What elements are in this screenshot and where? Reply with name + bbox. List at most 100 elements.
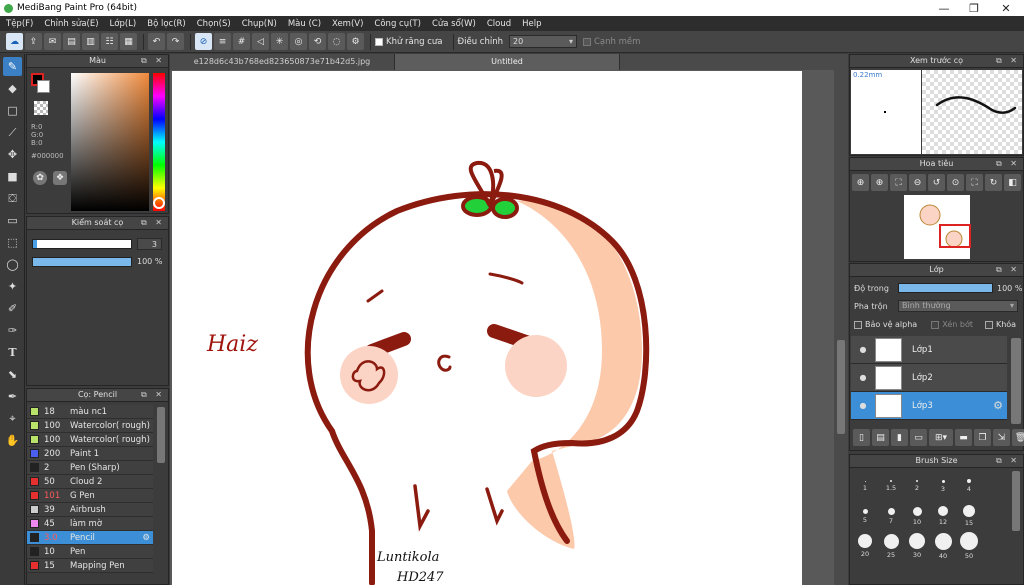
rotate-left-icon[interactable]: ↺ <box>928 174 945 191</box>
comment-icon[interactable]: ✉ <box>44 33 61 50</box>
brush-size-option[interactable]: 10 <box>904 501 930 531</box>
brush-size-option[interactable]: 4 <box>956 471 982 501</box>
fullscreen-icon[interactable]: ⛶ <box>966 174 983 191</box>
flip-icon[interactable]: ◧ <box>1004 174 1021 191</box>
perspective-snap-icon[interactable]: ◁ <box>252 33 269 50</box>
blend-mode-select[interactable]: Bình thường ▾ <box>898 300 1018 312</box>
adjust-select[interactable]: 20 <box>508 35 577 48</box>
menu-cloud[interactable]: Cloud <box>487 19 511 29</box>
brush-item[interactable]: 50 Cloud 2 <box>27 475 153 489</box>
panel-controls-icon[interactable]: ⧉ ✕ <box>141 389 165 401</box>
zoom-in-2-icon[interactable]: ⊕ <box>871 174 888 191</box>
snap-settings-icon[interactable]: ⚙ <box>347 33 364 50</box>
brush-item[interactable]: 45 làm mờ <box>27 517 153 531</box>
brush-item[interactable]: 100 Watercolor( rough) <box>27 419 153 433</box>
brush-size-option[interactable]: 12 <box>930 501 956 531</box>
maximize-button[interactable]: ❐ <box>958 0 990 16</box>
menu-window[interactable]: Cửa sổ(W) <box>432 19 476 29</box>
select-eraser-tool-icon[interactable]: ✑ <box>3 321 22 340</box>
close-button[interactable]: ✕ <box>990 0 1022 16</box>
brush-size-scrollbar[interactable] <box>1012 471 1020 531</box>
clipping-check[interactable] <box>931 320 940 329</box>
new-1bit-layer-icon[interactable]: ▭ <box>910 429 927 446</box>
brush-size-option[interactable]: 7 <box>878 501 904 531</box>
palette-icon[interactable]: ✿ <box>33 171 47 185</box>
document-icon[interactable]: ▥ <box>82 33 99 50</box>
brush-size-option[interactable]: 5 <box>852 501 878 531</box>
brush-size-slider[interactable] <box>32 239 132 249</box>
brush-size-option[interactable]: 1 <box>852 471 878 501</box>
brush-size-option[interactable]: 1.5 <box>878 471 904 501</box>
new-halftone-layer-icon[interactable]: ▤ <box>872 429 889 446</box>
folder-icon[interactable]: ▬ <box>955 429 972 446</box>
brush-size-option[interactable]: 40 <box>930 531 956 561</box>
layer-list-scrollbar[interactable] <box>1011 338 1021 424</box>
hue-slider[interactable] <box>153 73 165 211</box>
text-tool-icon[interactable]: T <box>3 343 22 362</box>
menu-layer[interactable]: Lớp(L) <box>110 19 137 29</box>
zoom-in-icon[interactable]: ⊕ <box>852 174 869 191</box>
saturation-value-picker[interactable] <box>71 73 149 211</box>
brush-size-option[interactable]: 50 <box>956 531 982 561</box>
hue-slider-handle[interactable] <box>153 197 165 209</box>
panel-controls-icon[interactable]: ⧉ ✕ <box>996 158 1020 170</box>
antialias-check[interactable] <box>375 37 383 46</box>
concentric-snap-icon[interactable]: ◎ <box>290 33 307 50</box>
menu-view[interactable]: Xem(V) <box>332 19 363 29</box>
panel-layout-icon[interactable]: ▦ <box>120 33 137 50</box>
bg-color-swatch[interactable] <box>37 80 50 93</box>
brush-settings-icon[interactable]: ⚙ <box>142 533 150 543</box>
ellipse-snap-icon[interactable]: ◌ <box>328 33 345 50</box>
brush-opacity-slider[interactable] <box>32 257 132 267</box>
brush-item-selected[interactable]: 3.0 Pencil ⚙ <box>27 531 153 545</box>
brush-item[interactable]: 2 Pen (Sharp) <box>27 461 153 475</box>
panel-controls-icon[interactable]: ⧉ ✕ <box>141 217 165 229</box>
canvas-vertical-scrollbar[interactable] <box>834 70 848 585</box>
zoom-out-icon[interactable]: ⊖ <box>909 174 926 191</box>
eye-icon[interactable]: ● <box>851 401 875 410</box>
gradient-tool-icon[interactable]: ▭ <box>3 211 22 230</box>
brush-item[interactable]: 10 Pen <box>27 545 153 559</box>
brush-size-option[interactable]: 25 <box>878 531 904 561</box>
eraser-tool-icon[interactable]: ◆ <box>3 79 22 98</box>
redo-icon[interactable]: ↷ <box>167 33 184 50</box>
layer-row-selected[interactable]: ● Lớp3 ⚙ <box>851 392 1007 420</box>
menu-help[interactable]: Help <box>522 19 541 29</box>
color-picker-icon[interactable]: ❖ <box>53 171 67 185</box>
brush-size-option[interactable]: 30 <box>904 531 930 561</box>
radial-snap-icon[interactable]: ✳ <box>271 33 288 50</box>
layer-opacity-slider[interactable] <box>898 283 993 293</box>
lock-check[interactable] <box>984 320 993 329</box>
canvas-scroll-thumb[interactable] <box>837 340 845 434</box>
brush-list-scrollbar[interactable] <box>157 407 165 463</box>
navigator-viewport-rect[interactable] <box>939 224 971 248</box>
menu-snap[interactable]: Chụp(N) <box>242 19 277 29</box>
panel-controls-icon[interactable]: ⧉ ✕ <box>141 55 165 67</box>
divide-tool-icon[interactable]: ✒ <box>3 387 22 406</box>
rectangle-tool-icon[interactable]: □ <box>3 101 22 120</box>
menu-filter[interactable]: Bộ lọc(R) <box>147 19 186 29</box>
grid-snap-icon[interactable]: # <box>233 33 250 50</box>
layer-settings-icon[interactable]: ⚙ <box>993 399 1003 412</box>
antialias-checkbox[interactable]: Khử răng cưa <box>375 37 443 47</box>
panel-controls-icon[interactable]: ⧉ ✕ <box>996 55 1020 67</box>
bucket-tool-icon[interactable]: ⛋ <box>3 189 22 208</box>
brush-size-option[interactable]: 20 <box>852 531 878 561</box>
undo-icon[interactable]: ↶ <box>148 33 165 50</box>
move-tool-icon[interactable]: ✥ <box>3 145 22 164</box>
menu-tools[interactable]: Công cụ(T) <box>374 19 421 29</box>
magic-wand-tool-icon[interactable]: ✦ <box>3 277 22 296</box>
add-layer-dropdown-icon[interactable]: ⊞▾ <box>929 429 953 446</box>
duplicate-layer-icon[interactable]: ❐ <box>974 429 991 446</box>
reset-view-icon[interactable]: ⊙ <box>947 174 964 191</box>
pen-line-tool-icon[interactable]: ⟋ <box>3 123 22 142</box>
menu-color[interactable]: Màu (C) <box>288 19 321 29</box>
brush-item[interactable]: 39 Airbrush <box>27 503 153 517</box>
new-8bit-layer-icon[interactable]: ▮ <box>891 429 908 446</box>
brush-item[interactable]: 15 Mapping Pen <box>27 559 153 573</box>
rotate-right-icon[interactable]: ↻ <box>985 174 1002 191</box>
note-icon[interactable]: ▤ <box>63 33 80 50</box>
eyedropper-tool-icon[interactable]: ⌖ <box>3 409 22 428</box>
brush-item[interactable]: 18 màu nc1 <box>27 405 153 419</box>
hand-tool-icon[interactable]: ✋ <box>3 431 22 450</box>
